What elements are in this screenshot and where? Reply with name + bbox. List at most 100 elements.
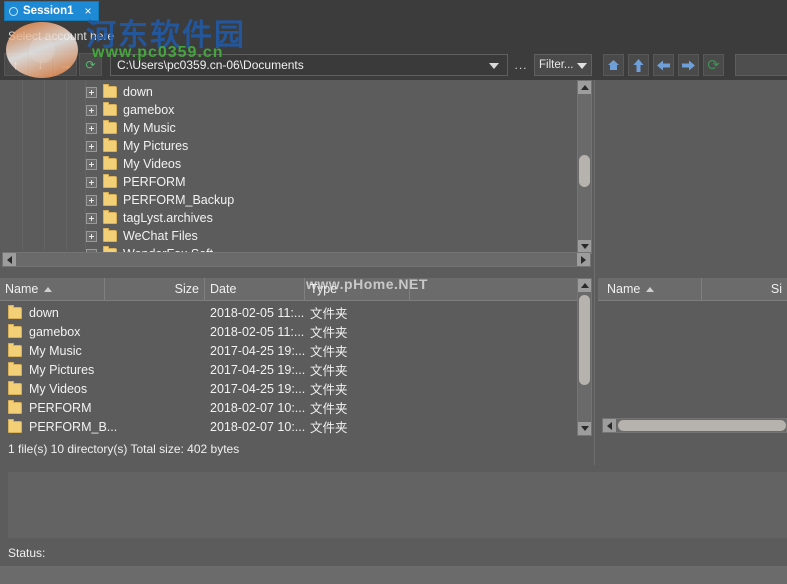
table-row[interactable]: PERFORM 2018-02-07 10:... 文件夹 xyxy=(0,398,578,417)
tree-item-down[interactable]: down xyxy=(86,83,153,101)
chevron-down-icon[interactable] xyxy=(577,63,587,69)
path-input-value: C:\Users\pc0359.cn-06\Documents xyxy=(117,58,304,72)
panel-divider[interactable] xyxy=(594,80,595,465)
folder-icon xyxy=(103,174,117,188)
refresh-button[interactable]: ⟳ xyxy=(79,53,102,76)
sort-asc-icon xyxy=(44,286,53,292)
table-row[interactable]: My Videos 2017-04-25 19:... 文件夹 xyxy=(0,379,578,398)
scroll-down-button[interactable] xyxy=(578,422,591,435)
refresh-icon: ⟳ xyxy=(85,57,96,72)
file-name-cell: gamebox xyxy=(8,322,80,341)
tree-item-perform-backup[interactable]: PERFORM_Backup xyxy=(86,191,234,209)
folder-icon xyxy=(103,84,117,98)
local-file-list: Name Size Date Type down 2018-02-05 11:.… xyxy=(0,278,593,438)
path-input[interactable]: C:\Users\pc0359.cn-06\Documents xyxy=(110,54,508,76)
folder-icon xyxy=(8,380,22,395)
circle-status-icon xyxy=(9,6,18,16)
list-vertical-scrollbar[interactable] xyxy=(577,278,592,436)
scroll-left-button[interactable] xyxy=(3,253,16,266)
folder-icon xyxy=(8,342,22,357)
expand-icon[interactable] xyxy=(86,104,97,116)
account-select[interactable]: Select account here xyxy=(4,25,304,46)
column-header-type[interactable]: Type xyxy=(305,278,410,300)
arrow-right-icon xyxy=(682,60,695,70)
scrollbar-thumb[interactable] xyxy=(579,295,590,385)
tree-vertical-scrollbar[interactable] xyxy=(577,80,592,254)
filter-dropdown[interactable]: Filter... xyxy=(534,54,592,76)
tree-item-my-videos[interactable]: My Videos xyxy=(86,155,181,173)
chevron-down-icon[interactable] xyxy=(489,63,499,69)
column-label: Size xyxy=(174,282,199,296)
folder-icon xyxy=(103,210,117,224)
expand-icon[interactable] xyxy=(86,212,97,224)
download-button[interactable]: ↓ xyxy=(29,53,52,76)
tree-item-wechat-files[interactable]: WeChat Files xyxy=(86,227,198,245)
file-date-cell: 2017-04-25 19:... xyxy=(210,362,306,377)
triangle-down-icon xyxy=(580,244,589,249)
expand-icon[interactable] xyxy=(86,176,97,188)
expand-icon[interactable] xyxy=(86,122,97,134)
column-header-size[interactable]: Size xyxy=(105,278,205,300)
remote-home-button[interactable] xyxy=(603,54,624,76)
tree-item-label: PERFORM_Backup xyxy=(123,193,235,207)
scroll-left-button[interactable] xyxy=(603,419,616,432)
remote-refresh-button[interactable]: ⟳ xyxy=(703,54,724,76)
transfer-queue-pane[interactable] xyxy=(8,472,787,538)
scroll-up-button[interactable] xyxy=(578,81,591,94)
column-header-name[interactable]: Name xyxy=(602,278,702,300)
file-date-cell: 2017-04-25 19:... xyxy=(210,381,306,396)
expand-icon[interactable] xyxy=(86,86,97,98)
file-name: My Music xyxy=(29,343,82,358)
remote-horizontal-scrollbar[interactable] xyxy=(602,418,787,433)
sort-asc-icon xyxy=(646,286,655,292)
table-row[interactable]: PERFORM_B... 2018-02-07 10:... 文件夹 xyxy=(0,417,578,436)
tree-horizontal-scrollbar[interactable] xyxy=(2,252,591,267)
tab-strip: Session1 × xyxy=(0,0,787,22)
remote-back-button[interactable] xyxy=(653,54,674,76)
remote-path-input[interactable] xyxy=(735,54,787,76)
close-icon[interactable]: × xyxy=(85,5,92,17)
tree-item-taglyst-archives[interactable]: tagLyst.archives xyxy=(86,209,213,227)
tree-item-perform[interactable]: PERFORM xyxy=(86,173,186,191)
arrow-down-icon: ↓ xyxy=(37,57,44,72)
up-button[interactable]: ↑ xyxy=(4,53,27,76)
arrow-up-icon xyxy=(633,58,644,72)
table-row[interactable]: My Music 2017-04-25 19:... 文件夹 xyxy=(0,341,578,360)
file-type-cell: 文件夹 xyxy=(310,307,348,321)
file-type-cell: 文件夹 xyxy=(310,402,348,416)
column-header-name[interactable]: Name xyxy=(0,278,105,300)
table-row[interactable]: My Pictures 2017-04-25 19:... 文件夹 xyxy=(0,360,578,379)
scroll-right-button[interactable] xyxy=(577,253,590,266)
file-type-cell: 文件夹 xyxy=(310,383,348,397)
column-header-date[interactable]: Date xyxy=(205,278,305,300)
tree-item-label: down xyxy=(123,85,153,99)
tree-item-gamebox[interactable]: gamebox xyxy=(86,101,174,119)
expand-icon[interactable] xyxy=(86,194,97,206)
file-type-cell: 文件夹 xyxy=(310,421,348,435)
table-row[interactable]: gamebox 2018-02-05 11:... 文件夹 xyxy=(0,322,578,341)
local-list-header: Name Size Date Type xyxy=(0,278,578,301)
scroll-up-button[interactable] xyxy=(578,279,591,292)
scrollbar-thumb[interactable] xyxy=(618,420,786,431)
column-label: Name xyxy=(607,282,641,296)
file-name-cell: PERFORM_B... xyxy=(8,417,117,436)
column-header-size[interactable]: Si xyxy=(702,278,787,300)
tree-item-label: My Pictures xyxy=(123,139,189,153)
browse-button[interactable]: ... xyxy=(510,58,532,72)
file-name: PERFORM xyxy=(29,400,92,415)
file-name-cell: My Music xyxy=(8,341,82,360)
folder-icon xyxy=(8,361,22,376)
tree-item-my-pictures[interactable]: My Pictures xyxy=(86,137,188,155)
expand-icon[interactable] xyxy=(86,140,97,152)
expand-icon[interactable] xyxy=(86,230,97,242)
remote-up-button[interactable] xyxy=(628,54,649,76)
scrollbar-thumb[interactable] xyxy=(579,155,590,187)
tab-session1[interactable]: Session1 × xyxy=(4,1,99,21)
status-bar: Status: xyxy=(0,542,787,564)
table-row[interactable]: down 2018-02-05 11:... 文件夹 xyxy=(0,303,578,322)
remote-forward-button[interactable] xyxy=(678,54,699,76)
tree-item-my-music[interactable]: My Music xyxy=(86,119,176,137)
expand-icon[interactable] xyxy=(86,158,97,170)
forward-button[interactable]: → xyxy=(54,53,77,76)
triangle-left-icon xyxy=(607,421,612,430)
